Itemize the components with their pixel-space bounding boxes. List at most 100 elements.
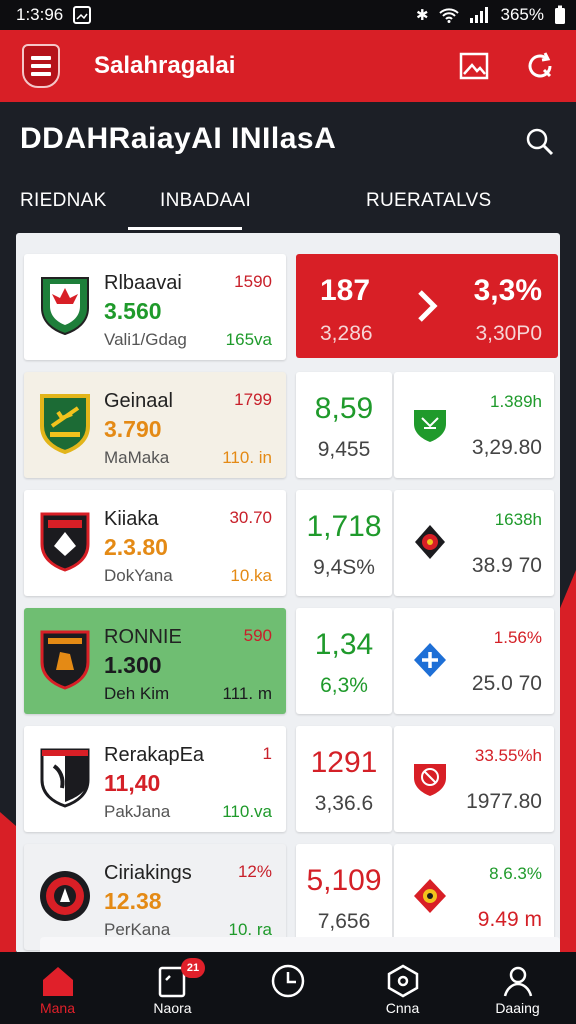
team-stat-top: 12% xyxy=(237,862,272,881)
team-score: 2.3.80 xyxy=(104,534,168,560)
nav-item-news[interactable]: 21 Naora xyxy=(115,952,230,1024)
market-change-cell[interactable]: 8.6.3% 9.49 m xyxy=(394,844,554,950)
market-change-cell[interactable]: 1.56% 25.0 70 xyxy=(394,608,554,714)
market-odds-bottom: 9,455 xyxy=(317,438,371,461)
market-odds-top: 1291 xyxy=(310,746,378,779)
wifi-icon xyxy=(438,8,459,23)
market-odds-top: 8,59 xyxy=(314,392,374,425)
image-button[interactable] xyxy=(454,46,494,86)
market-odds-bottom: 9,4S% xyxy=(313,556,375,579)
team-score: 3.560 xyxy=(104,298,162,324)
team-card[interactable]: Kiiaka 2.3.80 DokYana 30.70 10.ka xyxy=(24,490,286,596)
team-subtitle: Deh Kim xyxy=(104,684,170,703)
featured-top-left: 187 xyxy=(320,274,371,307)
badge-icon xyxy=(415,525,445,559)
market-odds-cell[interactable]: 1,718 9,4S% xyxy=(296,490,392,596)
team-score: 11,40 xyxy=(104,770,161,796)
market-change-cell[interactable]: 1.389h 3,29.80 xyxy=(394,372,554,478)
clock-icon xyxy=(271,964,305,998)
team-card[interactable]: Ciriakings 12.38 PerKana 12% 10. ra xyxy=(24,844,286,950)
market-change-bottom: 25.0 70 xyxy=(471,672,542,695)
shield-crest-icon xyxy=(41,277,89,336)
nav-item-home[interactable]: Mana xyxy=(0,952,115,1024)
tab-bar: RIEDNAK INBADAAI RUERATALVS xyxy=(0,180,576,230)
team-score: 12.38 xyxy=(104,888,162,914)
tab-ruertalvs[interactable]: RUERATALVS xyxy=(366,190,491,212)
round-crest-icon xyxy=(40,871,90,921)
team-stat-bottom: 110. in xyxy=(222,448,272,467)
team-stat-top: 1590 xyxy=(234,272,272,291)
featured-bottom-right: 3,30P0 xyxy=(475,322,542,345)
market-odds-cell[interactable]: 5,109 7,656 xyxy=(296,844,392,950)
team-name: Geinaal xyxy=(104,390,173,412)
bluetooth-icon: ✱ xyxy=(415,7,429,24)
market-odds-bottom: 6,3% xyxy=(320,674,368,697)
team-name: Ciriakings xyxy=(104,862,192,884)
featured-bottom-left: 3,286 xyxy=(320,322,373,345)
team-stat-bottom: 111. m xyxy=(222,684,272,703)
shield-crest-icon xyxy=(40,748,90,808)
market-odds-top: 1,718 xyxy=(306,510,382,543)
team-stat-bottom: 10.ka xyxy=(230,566,272,585)
team-subtitle: Vali1/Gdag xyxy=(104,330,187,349)
lion-icon xyxy=(414,764,446,796)
market-odds-bottom: 7,656 xyxy=(317,910,371,933)
signal-icon xyxy=(469,7,488,23)
crest-icon xyxy=(414,879,446,913)
screenshot-icon xyxy=(73,6,92,24)
team-stat-top: 30.70 xyxy=(229,508,272,527)
market-change-cell[interactable]: 1638h 38.9 70 xyxy=(394,490,554,596)
team-subtitle: DokYana xyxy=(104,566,173,585)
tab-riednak[interactable]: RIEDNAK xyxy=(20,190,107,212)
market-odds-bottom: 3,36.6 xyxy=(314,792,374,815)
image-icon xyxy=(459,52,489,80)
red-side-decor-right xyxy=(560,570,576,952)
market-odds-cell[interactable]: 1291 3,36.6 xyxy=(296,726,392,832)
red-side-decor-left xyxy=(0,812,16,952)
market-odds-cell[interactable]: 1,34 6,3% xyxy=(296,608,392,714)
user-icon xyxy=(503,966,533,997)
market-change-top: 1638h xyxy=(494,510,542,529)
team-card[interactable]: Geinaal 3.790 MaMaka 1799 110. in xyxy=(24,372,286,478)
team-card[interactable]: Rlbaavai 3.560 Vali1/Gdag 1590 165va xyxy=(24,254,286,360)
market-odds-top: 5,109 xyxy=(306,864,382,897)
shield-crest-icon xyxy=(40,630,90,690)
market-odds-cell[interactable]: 8,59 9,455 xyxy=(296,372,392,478)
team-name: Kiiaka xyxy=(104,508,159,530)
plus-icon xyxy=(414,643,446,677)
nav-item-profile[interactable]: Daaing xyxy=(460,952,575,1024)
market-change-top: 1.56% xyxy=(493,628,542,647)
team-stat-bottom: 110.va xyxy=(222,802,272,821)
menu-button[interactable] xyxy=(22,44,60,88)
market-change-top: 33.55%h xyxy=(474,746,542,765)
team-card-highlighted[interactable]: RONNIE 1.300 Deh Kim 590 111. m xyxy=(24,608,286,714)
team-stat-bottom: 165va xyxy=(225,330,272,349)
refresh-button[interactable] xyxy=(520,46,560,86)
market-change-cell[interactable]: 33.55%h 1977.80 xyxy=(394,726,554,832)
tab-inbadaai[interactable]: INBADAAI xyxy=(160,190,251,212)
nav-label: Naora xyxy=(153,1000,192,1016)
team-name: RONNIE xyxy=(104,626,182,648)
chevron-right-icon xyxy=(418,290,438,322)
team-score: 1.300 xyxy=(104,652,162,678)
app-bar: Salahragalai xyxy=(0,30,576,102)
battery-percent: 365% xyxy=(500,5,544,24)
market-change-top: 1.389h xyxy=(490,392,542,411)
search-button[interactable] xyxy=(520,122,560,162)
team-subtitle: PakJana xyxy=(104,802,171,821)
nav-item-games[interactable]: Cnna xyxy=(345,952,460,1024)
market-change-bottom: 38.9 70 xyxy=(471,554,542,577)
featured-odds-card[interactable]: 187 3,286 3,3% 3,30P0 xyxy=(296,254,558,358)
shield-icon xyxy=(414,410,446,442)
bottom-nav: Mana 21 Naora Cnna Daaing xyxy=(0,952,576,1024)
market-change-bottom: 3,29.80 xyxy=(471,436,542,459)
hexagon-icon xyxy=(387,964,419,998)
app-title: Salahragalai xyxy=(94,52,236,79)
status-time: 1:3:96 xyxy=(16,5,64,24)
team-name: Rlbaavai xyxy=(104,272,182,294)
nav-item-clock[interactable] xyxy=(230,952,345,1024)
market-change-bottom: 1977.80 xyxy=(466,790,542,813)
team-card[interactable]: RerakapEa 11,40 PakJana 1 110.va xyxy=(24,726,286,832)
nav-label: Cnna xyxy=(385,1000,420,1016)
active-tab-indicator xyxy=(128,227,242,230)
